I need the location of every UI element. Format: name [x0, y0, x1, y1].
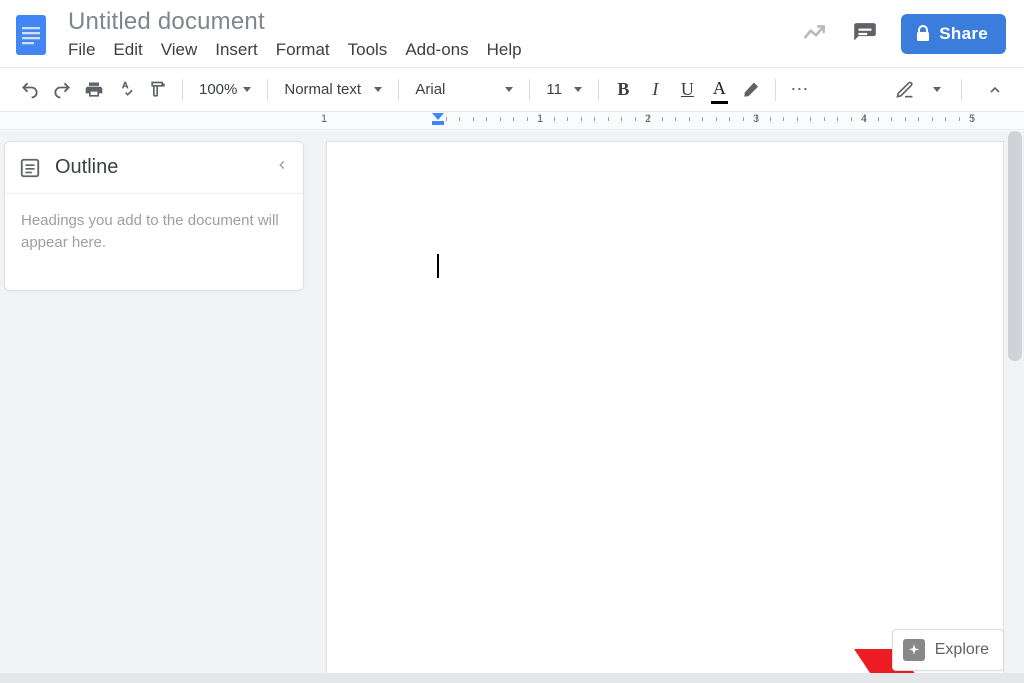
toolbar: 100% Normal text Arial 11 B I U A ⋯: [0, 68, 1024, 112]
share-label: Share: [939, 24, 988, 44]
docs-logo[interactable]: [10, 8, 52, 62]
explore-icon: [903, 639, 925, 661]
undo-button[interactable]: [16, 75, 44, 105]
outline-title: Outline: [55, 156, 118, 179]
redo-button[interactable]: [48, 75, 76, 105]
horizontal-ruler[interactable]: 112345: [0, 112, 1024, 130]
zoom-value: 100%: [199, 81, 237, 98]
outline-icon: [19, 157, 41, 179]
text-cursor: [437, 254, 439, 278]
menu-addons[interactable]: Add-ons: [405, 40, 468, 60]
chevron-down-icon: [505, 87, 513, 92]
text-color-button[interactable]: A: [705, 75, 733, 105]
font-value: Arial: [415, 81, 445, 98]
italic-button[interactable]: I: [641, 75, 669, 105]
chevron-down-icon: [574, 87, 582, 92]
chevron-down-icon: [243, 87, 251, 92]
share-button[interactable]: Share: [901, 14, 1006, 54]
collapse-outline-button[interactable]: [275, 158, 289, 177]
spellcheck-button[interactable]: [112, 75, 140, 105]
chevron-down-icon[interactable]: [933, 87, 941, 92]
document-page[interactable]: [326, 141, 1004, 683]
outline-empty-text: Headings you add to the document will ap…: [5, 194, 303, 270]
more-toolbar-button[interactable]: ⋯: [786, 75, 814, 105]
workspace: Outline Headings you add to the document…: [0, 131, 1024, 683]
underline-button[interactable]: U: [673, 75, 701, 105]
menu-view[interactable]: View: [161, 40, 198, 60]
font-select[interactable]: Arial: [409, 81, 519, 98]
menu-help[interactable]: Help: [487, 40, 522, 60]
menu-tools[interactable]: Tools: [348, 40, 388, 60]
horizontal-scrollbar-track[interactable]: [0, 673, 1024, 683]
paragraph-style-value: Normal text: [284, 81, 361, 98]
chevron-down-icon: [374, 87, 382, 92]
outline-panel: Outline Headings you add to the document…: [4, 141, 304, 291]
collapse-toolbar-button[interactable]: [982, 77, 1008, 103]
font-size-value: 11: [546, 81, 562, 98]
indent-marker[interactable]: [432, 113, 444, 125]
vertical-scrollbar[interactable]: [1008, 131, 1022, 361]
highlight-button[interactable]: [737, 75, 765, 105]
print-button[interactable]: [80, 75, 108, 105]
comments-icon[interactable]: [851, 20, 879, 48]
editing-mode-button[interactable]: [891, 75, 919, 105]
menu-edit[interactable]: Edit: [113, 40, 142, 60]
explore-button[interactable]: Explore: [892, 629, 1004, 671]
paragraph-style-select[interactable]: Normal text: [278, 81, 388, 98]
app-header: Untitled document File Edit View Insert …: [0, 0, 1024, 68]
bold-button[interactable]: B: [609, 75, 637, 105]
menu-format[interactable]: Format: [276, 40, 330, 60]
font-size-select[interactable]: 11: [540, 81, 588, 98]
activity-icon[interactable]: [801, 20, 829, 48]
menu-insert[interactable]: Insert: [215, 40, 258, 60]
menu-file[interactable]: File: [68, 40, 95, 60]
lock-icon: [915, 25, 931, 43]
explore-label: Explore: [935, 641, 989, 659]
paint-format-button[interactable]: [144, 75, 172, 105]
zoom-select[interactable]: 100%: [193, 81, 257, 98]
